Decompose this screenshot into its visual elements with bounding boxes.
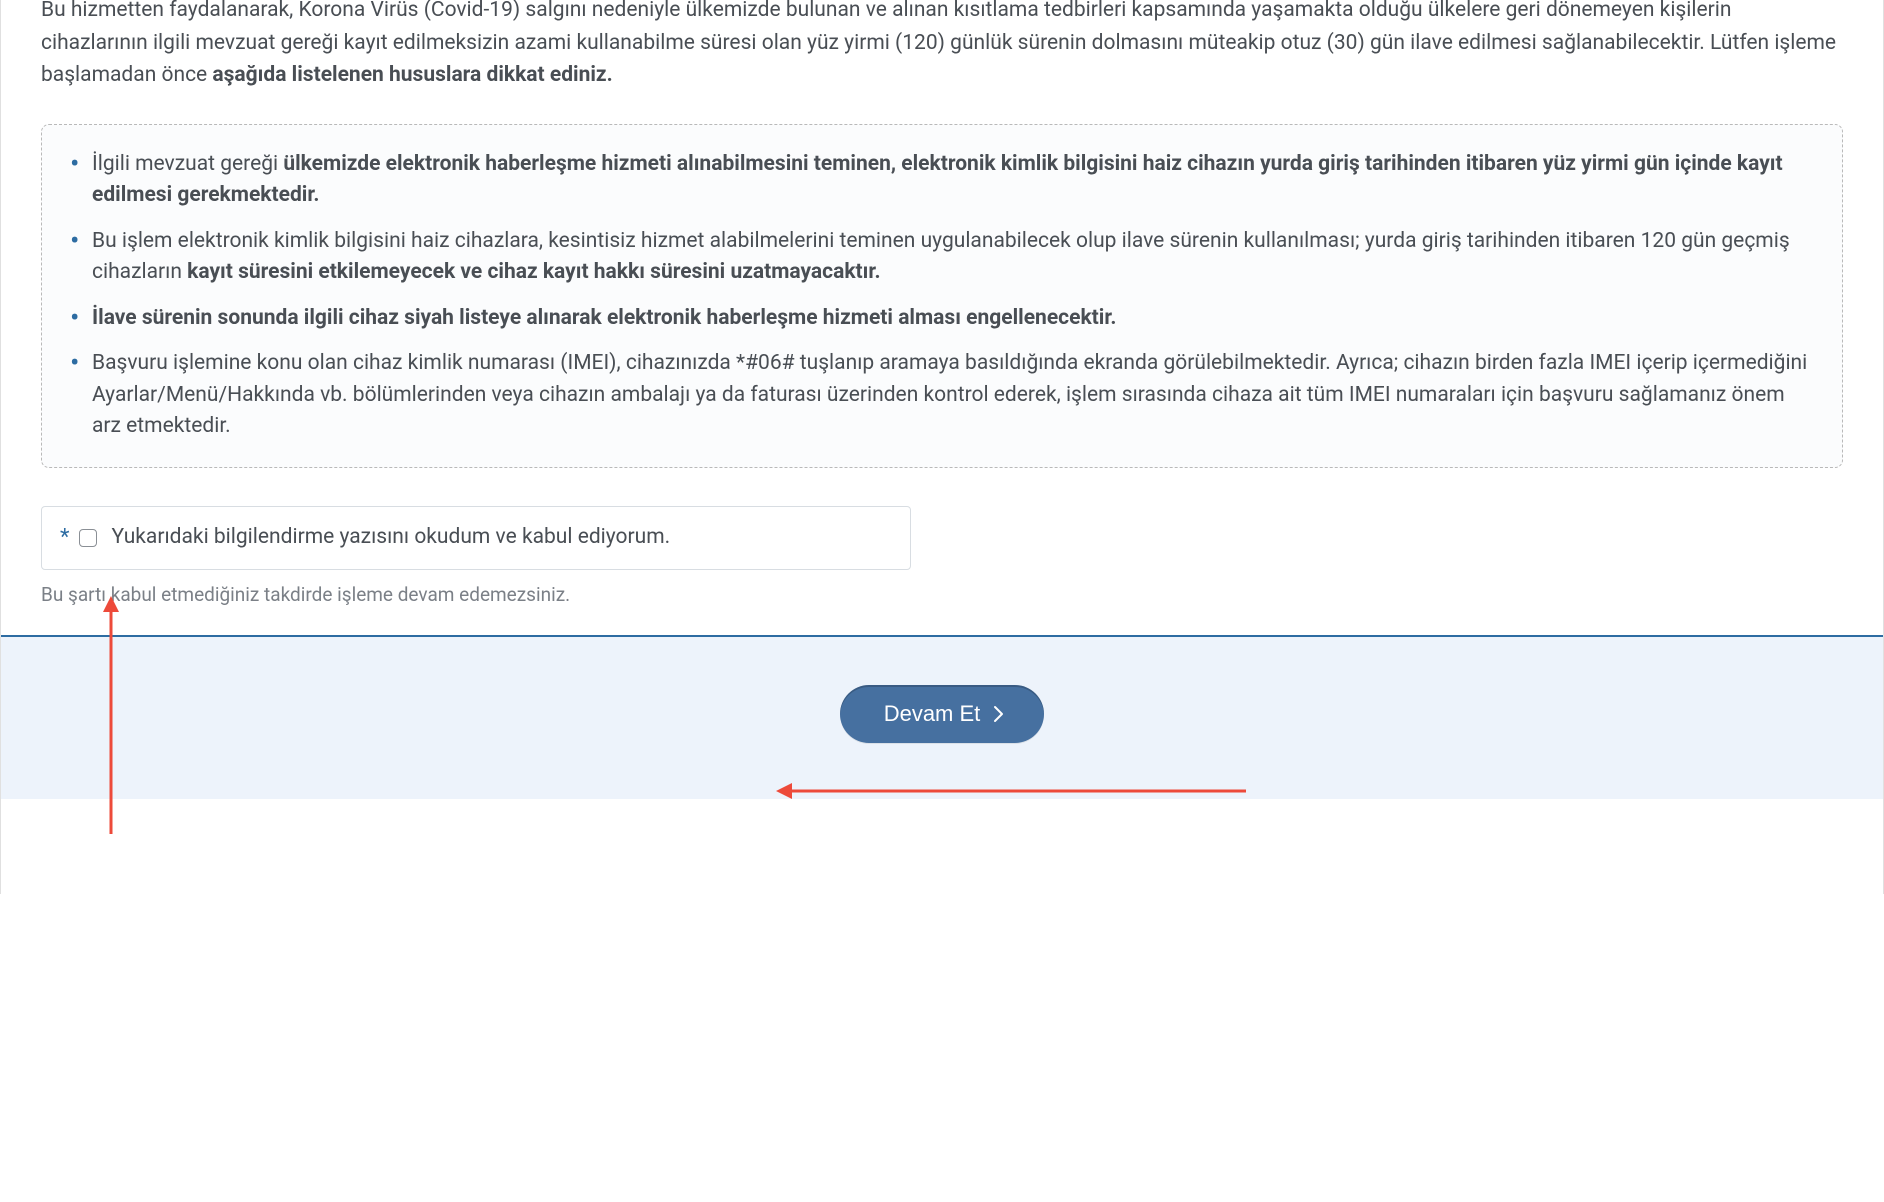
info-list-item: Başvuru işlemine konu olan cihaz kimlik …	[70, 348, 1814, 443]
chevron-right-icon	[992, 705, 1006, 723]
info-box: İlgili mevzuat gereği ülkemizde elektron…	[41, 124, 1843, 468]
continue-button-label: Devam Et	[884, 701, 981, 727]
intro-text-bold: aşağıda listelenen hususlara dikkat edin…	[212, 63, 612, 87]
info-list-item: İlave sürenin sonunda ilgili cihaz siyah…	[70, 303, 1814, 335]
consent-hint: Bu şartı kabul etmediğiniz takdirde işle…	[41, 580, 1843, 609]
info-item-bold-1: kayıt süresini etkilemeyecek ve cihaz ka…	[187, 260, 880, 284]
action-area: Devam Et	[1, 635, 1883, 799]
consent-label[interactable]: Yukarıdaki bilgilendirme yazısını okudum…	[111, 521, 670, 554]
info-list-item: Bu işlem elektronik kimlik bilgisini hai…	[70, 226, 1814, 289]
info-list: İlgili mevzuat gereği ülkemizde elektron…	[70, 149, 1814, 443]
form-page: Bu hizmetten faydalanarak, Korona Virüs …	[0, 0, 1884, 894]
consent-checkbox[interactable]	[79, 529, 97, 547]
info-item-plain-1: İlgili mevzuat gereği	[92, 152, 283, 176]
consent-row: * Yukarıdaki bilgilendirme yazısını okud…	[41, 506, 911, 570]
required-asterisk: *	[60, 521, 69, 555]
info-item-plain-1: Başvuru işlemine konu olan cihaz kimlik …	[92, 351, 1807, 438]
info-list-item: İlgili mevzuat gereği ülkemizde elektron…	[70, 149, 1814, 212]
info-item-bold-1: İlave sürenin sonunda ilgili cihaz siyah…	[92, 306, 1117, 330]
info-item-bold-1: ülkemizde elektronik haberleşme hizmeti …	[92, 152, 1783, 208]
continue-button[interactable]: Devam Et	[840, 685, 1045, 743]
intro-paragraph: Bu hizmetten faydalanarak, Korona Virüs …	[41, 0, 1843, 92]
